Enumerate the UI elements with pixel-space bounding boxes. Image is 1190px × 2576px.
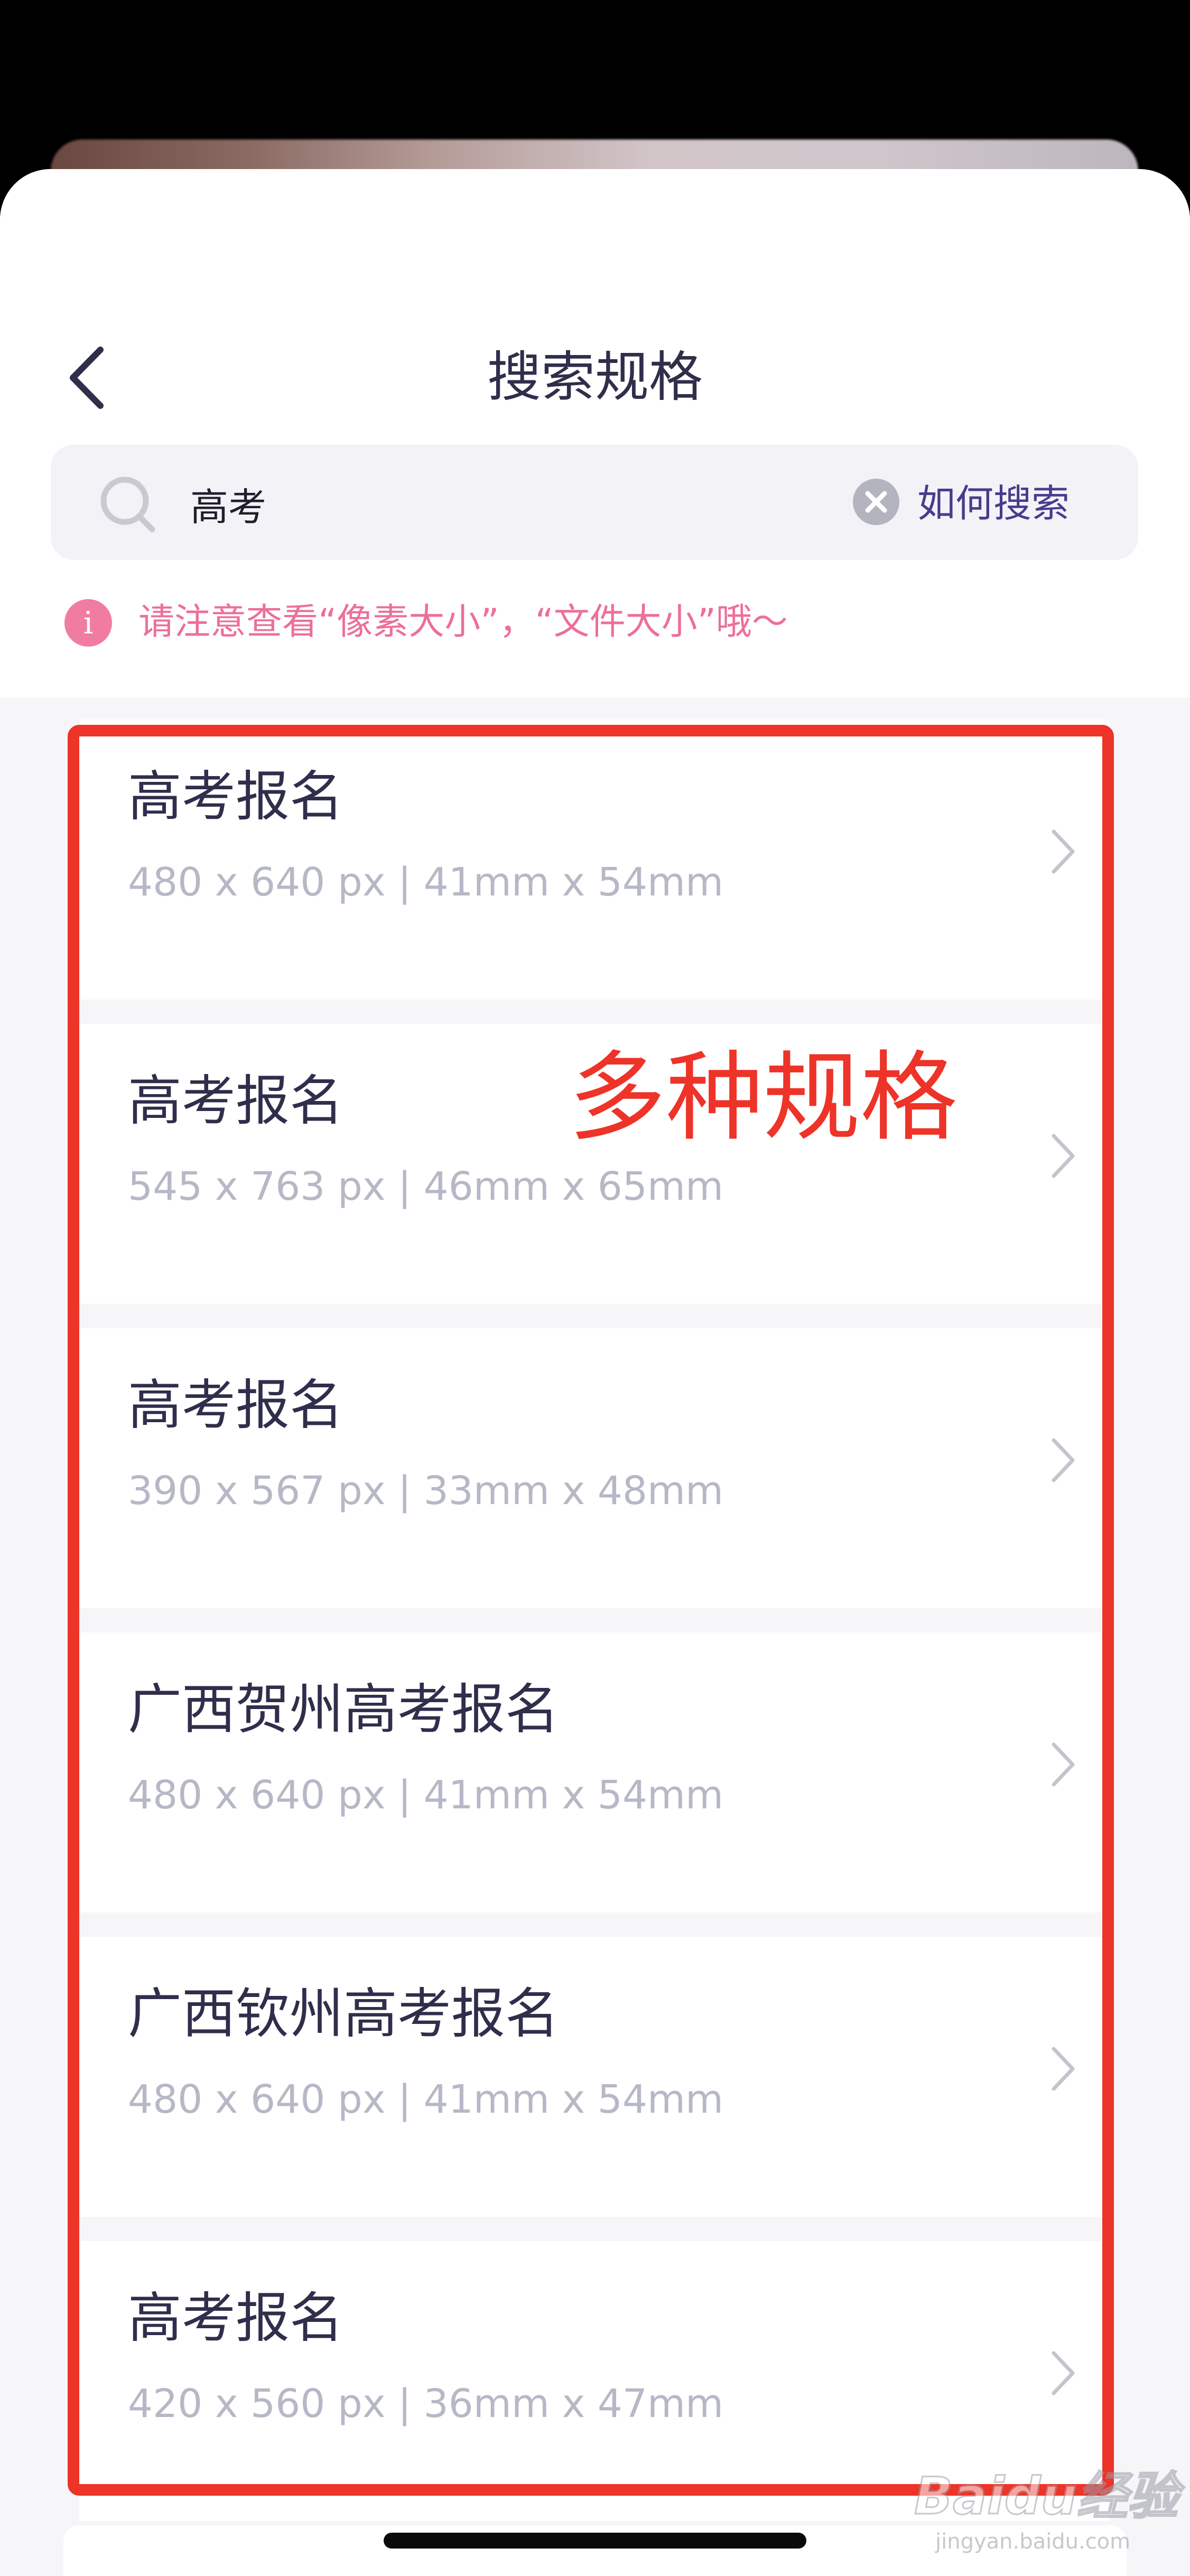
spec-title: 广西贺州高考报名: [128, 1678, 559, 1741]
spec-detail: 390 x 567 px | 33mm x 48mm: [128, 1468, 724, 1514]
search-icon: [97, 473, 161, 537]
spec-item[interactable]: 广西贺州高考报名 480 x 640 px | 41mm x 54mm: [79, 1632, 1110, 1912]
baidu-watermark: Baidu经验 jingyan.baidu.com: [914, 2451, 1179, 2568]
page-title: 搜索规格: [487, 346, 703, 409]
how-to-search-link[interactable]: 如何搜索: [917, 480, 1070, 527]
chevron-right-icon: [1047, 1434, 1079, 1487]
home-indicator[interactable]: [384, 2533, 806, 2549]
spec-detail: 480 x 640 px | 41mm x 54mm: [128, 1772, 724, 1818]
notice-text: 请注意查看“像素大小”，“文件大小”哦～: [138, 601, 788, 643]
spec-detail: 420 x 560 px | 36mm x 47mm: [128, 2381, 724, 2426]
chevron-right-icon: [1047, 1130, 1079, 1182]
search-bar[interactable]: 如何搜索: [51, 445, 1138, 560]
spec-detail: 480 x 640 px | 41mm x 54mm: [128, 2077, 724, 2122]
search-input[interactable]: [189, 471, 878, 536]
watermark-text: Baidu经验: [914, 2467, 1179, 2526]
spec-detail: 545 x 763 px | 46mm x 65mm: [128, 1164, 724, 1209]
spec-title: 高考报名: [128, 2287, 343, 2350]
chevron-right-icon: [1047, 2347, 1079, 2400]
chevron-right-icon: [1047, 825, 1079, 878]
phone-screen: 搜索规格 如何搜索 i 请注意查看“像素大小”，“文件大小”哦～: [0, 0, 1190, 2576]
chevron-right-icon: [1047, 2042, 1079, 2095]
watermark-url: jingyan.baidu.com: [935, 2530, 1131, 2554]
spec-title: 高考报名: [128, 1374, 343, 1437]
spec-item[interactable]: 广西钦州高考报名 480 x 640 px | 41mm x 54mm: [79, 1937, 1110, 2217]
info-icon: i: [64, 599, 112, 647]
search-spec-sheet: 搜索规格 如何搜索 i 请注意查看“像素大小”，“文件大小”哦～: [0, 169, 1190, 2576]
spec-title: 高考报名: [128, 1070, 343, 1133]
clear-icon: [853, 479, 899, 525]
spec-item[interactable]: 高考报名 390 x 567 px | 33mm x 48mm: [79, 1328, 1110, 1608]
spec-title: 广西钦州高考报名: [128, 1983, 559, 2046]
chevron-right-icon: [1047, 1738, 1079, 1791]
spec-title: 高考报名: [128, 766, 343, 828]
annotation-label: 多种规格: [569, 1041, 958, 1154]
clear-search-button[interactable]: [852, 478, 900, 526]
spec-detail: 480 x 640 px | 41mm x 54mm: [128, 860, 724, 905]
spec-item[interactable]: 高考报名 480 x 640 px | 41mm x 54mm: [79, 720, 1110, 1000]
